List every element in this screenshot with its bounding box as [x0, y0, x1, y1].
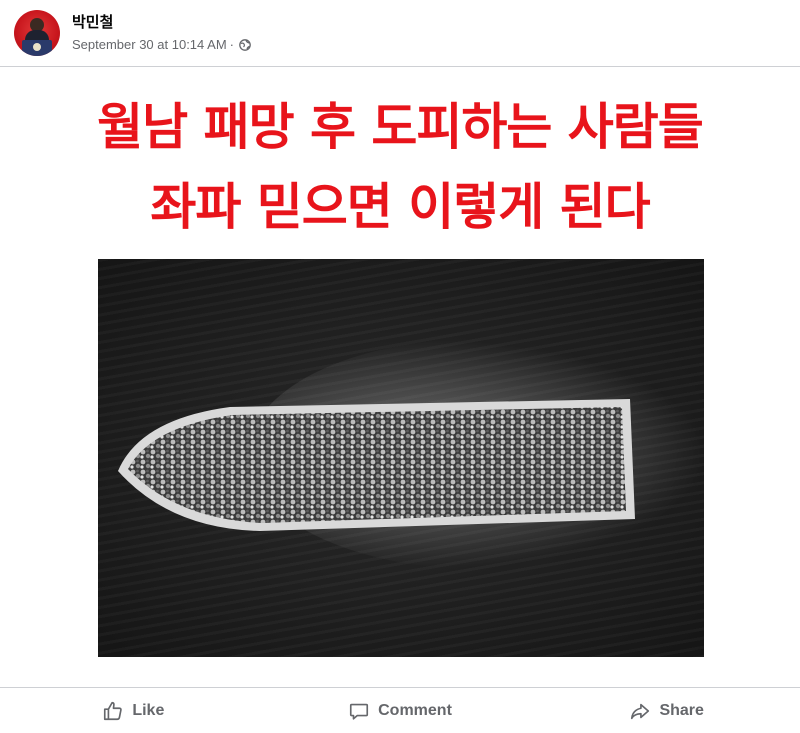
post-meta: September 30 at 10:14 AM ·	[72, 37, 251, 52]
like-button[interactable]: Like	[0, 688, 267, 733]
crowded-boat	[118, 399, 635, 531]
post-actions-bar: Like Comment Share	[0, 688, 800, 733]
globe-icon[interactable]	[239, 38, 251, 51]
author-avatar[interactable]	[14, 10, 60, 56]
comment-label: Comment	[378, 701, 452, 719]
share-button[interactable]: Share	[533, 688, 800, 733]
meta-separator: ·	[229, 37, 234, 52]
post-timestamp[interactable]: September 30 at 10:14 AM	[72, 37, 227, 52]
avatar-seal	[33, 43, 41, 51]
post-image[interactable]: 월남 패망 후 도피하는 사람들 좌파 믿으면 이렇게 된다	[0, 67, 800, 687]
headline-line-2: 좌파 믿으면 이렇게 된다	[150, 178, 650, 236]
comment-button[interactable]: Comment	[267, 688, 534, 733]
comment-icon	[350, 703, 369, 720]
share-label: Share	[659, 701, 704, 719]
refugee-boat-photo	[98, 259, 704, 657]
author-name[interactable]: 박민철	[72, 11, 113, 32]
share-arrow-icon	[631, 703, 650, 719]
post-header: 박민철 September 30 at 10:14 AM ·	[0, 0, 800, 66]
headline-line-1: 월남 패망 후 도피하는 사람들	[97, 98, 704, 156]
thumbs-up-icon	[104, 701, 123, 720]
like-label: Like	[132, 701, 165, 719]
